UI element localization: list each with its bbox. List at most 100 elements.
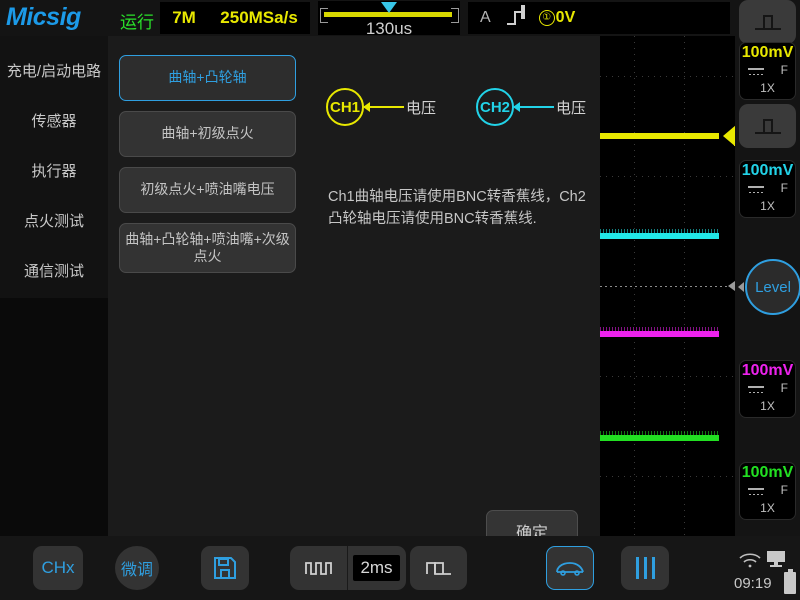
ch2-settings-panel[interactable]: 100mV F 1X <box>739 160 796 218</box>
trigger-info[interactable]: A ① 0V <box>468 2 730 34</box>
menu-button[interactable] <box>621 546 669 590</box>
option-label: 初级点火+喷油嘴电压 <box>140 181 275 198</box>
instruction-text: Ch1曲轴电压请使用BNC转香蕉线，Ch2凸轮轴电压请使用BNC转香蕉线. <box>328 189 586 228</box>
fine-tune-button[interactable]: 微调 <box>115 546 159 590</box>
sidebar-filler <box>0 298 108 536</box>
option-button-crank-primary-ignition[interactable]: 曲轴+初级点火 <box>119 111 296 157</box>
ch4-scale-value: 100mV <box>741 464 794 481</box>
run-state-label[interactable]: 运行 <box>120 8 154 33</box>
option-button-crank-cam-injector-secondary[interactable]: 曲轴+凸轮轴+喷油嘴+次级点火 <box>119 223 296 273</box>
sidebar-item-label: 点火测试 <box>23 212 84 230</box>
ch2-signal-label: 电压 <box>556 99 587 117</box>
brand-logo: Micsig <box>6 3 81 31</box>
memory-depth-value: 7M <box>172 8 196 27</box>
grid-line-h <box>600 176 735 177</box>
ch2-circle: CH2 <box>476 88 514 126</box>
sidebar-item-label: 通信测试 <box>23 262 84 280</box>
ch2-trace <box>600 229 719 239</box>
acquisition-info[interactable]: 7M 250MSa/s <box>160 2 310 34</box>
pulse-icon <box>754 118 781 134</box>
timebase-value: 2ms <box>353 555 400 581</box>
channel-rail: 100mV F 1X 100mV F 1X Level 100mV F 1X 1… <box>735 0 800 536</box>
save-disk-icon <box>214 557 236 579</box>
ch1-settings-panel[interactable]: 100mV F 1X <box>739 42 796 100</box>
ch4-bandwidth-label: F <box>780 483 788 497</box>
ch1-connector <box>363 102 404 113</box>
ch4-trace <box>600 431 719 441</box>
grid-line-h <box>600 76 735 77</box>
ch4-probe-ratio: 1X <box>760 501 775 515</box>
grid-line-h <box>600 476 735 477</box>
waveform-display[interactable] <box>600 36 735 536</box>
oscilloscope-screen: Micsig 运行 7M 250MSa/s 130us A ① 0V 充电/启动… <box>0 0 800 600</box>
ch1-bandwidth-label: F <box>780 63 788 77</box>
ch1-signal-label: 电压 <box>406 99 437 117</box>
dc-coupling-icon <box>748 185 764 195</box>
three-bars-icon <box>635 557 655 579</box>
ch1-up-button[interactable] <box>739 0 796 44</box>
battery-icon <box>784 569 796 594</box>
memory-position-widget[interactable]: 130us <box>318 1 460 38</box>
ch3-scale-value: 100mV <box>741 362 794 379</box>
option-label: 曲轴+初级点火 <box>161 125 254 142</box>
ch3-settings-panel[interactable]: 100mV F 1X <box>739 360 796 418</box>
channel-select-button[interactable]: CHx <box>33 546 83 590</box>
ch2-name: CH2 <box>479 98 510 116</box>
ch2-scale-value: 100mV <box>741 162 794 179</box>
ch1-name: CH1 <box>329 98 360 116</box>
system-status-area: 09:19 <box>734 544 796 594</box>
sidebar-item-actuator[interactable]: 执行器 <box>0 148 108 192</box>
pulse-wide-icon <box>425 562 451 575</box>
ch1-scale-value: 100mV <box>741 44 794 61</box>
ch4-settings-panel[interactable]: 100mV F 1X <box>739 462 796 520</box>
clock-label: 09:19 <box>734 575 772 592</box>
trigger-level-line <box>600 286 735 287</box>
auto-automotive-button[interactable] <box>546 546 594 590</box>
sidebar-item-ignition-test[interactable]: 点火测试 <box>0 198 108 242</box>
sidebar-item-label: 执行器 <box>31 162 77 180</box>
ch1-down-button[interactable] <box>739 104 796 148</box>
chx-label: CHx <box>41 558 75 577</box>
option-button-primary-ignition-injector[interactable]: 初级点火+喷油嘴电压 <box>119 167 296 213</box>
monitor-icon[interactable] <box>766 550 786 568</box>
grid-line-h <box>600 376 735 377</box>
ch1-trace <box>600 133 719 139</box>
save-button[interactable] <box>201 546 249 590</box>
ch3-probe-ratio: 1X <box>760 399 775 413</box>
sidebar-item-sensor[interactable]: 传感器 <box>0 98 108 142</box>
trigger-level-group: ① 0V <box>538 9 576 27</box>
channel-badge-ch1[interactable]: CH1 电压 <box>326 88 436 126</box>
sample-rate-value: 250MSa/s <box>220 8 298 27</box>
timebase-increase-button[interactable] <box>410 546 467 590</box>
trigger-source-label: A <box>480 9 491 26</box>
level-pointer-icon <box>738 282 744 292</box>
dc-coupling-icon <box>748 385 764 395</box>
bottom-toolbar: CHx 微调 2ms 09:19 <box>0 536 800 600</box>
timebase-control-group[interactable]: 2ms <box>290 546 406 590</box>
ch1-ground-marker-icon[interactable] <box>723 125 735 147</box>
trigger-position-pointer-icon[interactable] <box>381 2 397 13</box>
car-icon <box>556 562 584 576</box>
ch1-arrow-icon <box>363 102 370 113</box>
ch1-circle: CH1 <box>326 88 364 126</box>
trigger-level-marker-icon[interactable] <box>728 281 735 291</box>
timebase-decrease-button[interactable] <box>290 546 347 590</box>
rising-edge-icon <box>506 11 525 25</box>
option-button-crank-cam[interactable]: 曲轴+凸轮轴 <box>119 55 296 101</box>
fine-tune-label: 微调 <box>120 562 153 579</box>
sidebar-item-label: 充电/启动电路 <box>6 62 102 80</box>
ch1-probe-ratio: 1X <box>760 81 775 95</box>
sidebar-item-charging[interactable]: 充电/启动电路 <box>0 48 108 92</box>
trigger-level-knob[interactable]: Level <box>745 259 800 315</box>
timebase-value-display[interactable]: 2ms <box>348 546 405 590</box>
sidebar-item-comm-test[interactable]: 通信测试 <box>0 248 108 292</box>
ch3-bandwidth-label: F <box>780 381 788 395</box>
channel-badge-ch2[interactable]: CH2 电压 <box>476 88 586 126</box>
wifi-icon[interactable] <box>738 552 762 568</box>
ch2-arrow-icon <box>513 102 520 113</box>
dc-coupling-icon <box>748 487 764 497</box>
level-label: Level <box>755 278 791 296</box>
dc-coupling-icon <box>748 67 764 77</box>
trigger-level-value: 0V <box>555 9 576 26</box>
pulse-icon <box>754 14 781 30</box>
